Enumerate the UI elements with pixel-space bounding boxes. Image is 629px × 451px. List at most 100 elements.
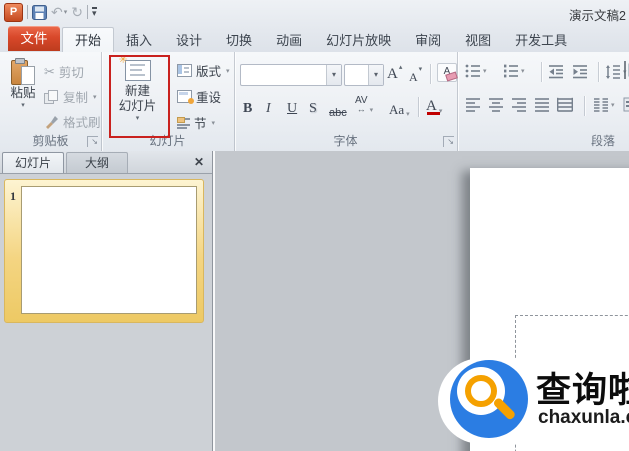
file-tab[interactable]: 文件 bbox=[8, 26, 60, 51]
undo-icon: ↶ bbox=[51, 3, 63, 20]
chevron-down-icon: ▾ bbox=[611, 101, 615, 109]
distribute-icon bbox=[557, 97, 573, 112]
tab-animations[interactable]: 动画 bbox=[264, 28, 314, 53]
cut-button[interactable]: ✂ 剪切 bbox=[42, 61, 86, 82]
bullets-button[interactable]: ▾ bbox=[465, 64, 487, 78]
text-direction-button-partial[interactable] bbox=[623, 60, 629, 80]
bullets-icon bbox=[465, 64, 480, 78]
shrink-font-letter: A bbox=[409, 70, 418, 84]
redo-button[interactable]: ↻ bbox=[71, 4, 83, 21]
shrink-font-button[interactable]: A ▾ bbox=[409, 65, 422, 85]
decrease-indent-icon bbox=[549, 65, 563, 79]
grow-font-button[interactable]: A ▴ bbox=[387, 63, 402, 83]
format-painter-icon bbox=[44, 115, 59, 129]
save-button[interactable] bbox=[32, 4, 47, 20]
new-slide-label-line1: 新建 bbox=[124, 84, 150, 98]
decrease-indent-button[interactable] bbox=[548, 64, 564, 79]
font-color-button[interactable]: A ▾ bbox=[426, 95, 442, 115]
watermark-domain-text: chaxunla.com bbox=[538, 407, 629, 428]
section-dropdown-icon: ▾ bbox=[211, 119, 216, 127]
new-slide-dropdown-icon[interactable]: ▾ bbox=[136, 114, 140, 122]
chevron-down-icon[interactable]: ▾ bbox=[368, 65, 383, 85]
align-left-button[interactable] bbox=[465, 97, 481, 112]
redo-icon: ↻ bbox=[71, 3, 83, 20]
clear-formatting-icon: A bbox=[437, 63, 458, 82]
new-slide-button[interactable]: ✳ 新建 幻灯片 ▾ bbox=[112, 54, 163, 122]
layout-button[interactable]: 版式 ▾ bbox=[175, 60, 232, 81]
window-title: 演示文稿2 bbox=[569, 9, 626, 23]
copy-button[interactable]: 复制 ▾ bbox=[42, 86, 99, 107]
font-size-combo[interactable]: ▾ bbox=[344, 64, 384, 86]
smartart-convert-button-partial[interactable] bbox=[623, 96, 629, 114]
qat-separator bbox=[27, 5, 28, 19]
panel-tab-outline[interactable]: 大纲 bbox=[66, 152, 128, 173]
increase-indent-button[interactable] bbox=[572, 64, 588, 79]
change-case-button[interactable]: Aa ▾ bbox=[389, 98, 410, 118]
format-painter-button[interactable]: 格式刷 bbox=[42, 111, 103, 132]
font-group: ▾ ▾ A ▴ A ▾ A B I U S abc AV ↔ ▾ Aa ▾ A … bbox=[234, 52, 458, 151]
bold-button[interactable]: B bbox=[243, 97, 252, 117]
underline-button[interactable]: U bbox=[287, 97, 297, 117]
separator bbox=[584, 96, 585, 116]
paste-dropdown-icon[interactable]: ▾ bbox=[21, 101, 25, 109]
magnifier-logo-icon bbox=[450, 360, 528, 438]
qat-customize-button[interactable]: ▾ bbox=[91, 7, 97, 18]
justify-button[interactable] bbox=[534, 97, 550, 112]
align-center-icon bbox=[489, 98, 503, 112]
new-slide-icon: ✳ bbox=[119, 54, 151, 81]
undo-button[interactable]: ↶ ▾ bbox=[51, 4, 67, 21]
reset-button[interactable]: 重设 bbox=[175, 86, 223, 107]
numbering-icon bbox=[504, 64, 518, 78]
chevron-down-icon[interactable]: ▾ bbox=[326, 65, 341, 85]
font-group-label: 字体 bbox=[333, 134, 358, 148]
font-name-combo[interactable]: ▾ bbox=[240, 64, 342, 86]
align-center-button[interactable] bbox=[488, 97, 504, 112]
grow-font-letter: A bbox=[387, 66, 398, 82]
powerpoint-app-icon[interactable]: P bbox=[4, 2, 23, 22]
slide-thumbnail[interactable] bbox=[21, 186, 197, 314]
tab-review[interactable]: 审阅 bbox=[403, 28, 453, 53]
italic-button[interactable]: I bbox=[266, 97, 271, 117]
columns-button[interactable]: ▾ bbox=[593, 97, 615, 112]
cut-label: 剪切 bbox=[58, 66, 84, 80]
character-spacing-button[interactable]: AV ↔ ▾ bbox=[355, 94, 373, 115]
format-painter-label: 格式刷 bbox=[63, 116, 101, 130]
distribute-button[interactable] bbox=[557, 97, 573, 112]
tab-transitions[interactable]: 切换 bbox=[214, 28, 264, 53]
reset-label: 重设 bbox=[196, 91, 222, 105]
panel-close-icon[interactable]: ✕ bbox=[194, 155, 204, 169]
tab-view[interactable]: 视图 bbox=[453, 28, 503, 53]
strikethrough-button[interactable]: abc bbox=[329, 99, 347, 119]
clipboard-dialog-launcher[interactable]: ↘ bbox=[87, 136, 98, 147]
tab-developer[interactable]: 开发工具 bbox=[503, 28, 579, 53]
tab-slideshow[interactable]: 幻灯片放映 bbox=[314, 28, 403, 53]
paste-label: 粘贴 bbox=[10, 86, 36, 100]
paragraph-group-label: 段落 bbox=[590, 134, 615, 148]
qat-separator bbox=[86, 5, 88, 19]
align-left-icon bbox=[466, 98, 480, 112]
panel-tab-slides[interactable]: 幻灯片 bbox=[2, 152, 64, 173]
font-dialog-launcher[interactable]: ↘ bbox=[443, 136, 454, 147]
text-shadow-button[interactable]: S bbox=[309, 97, 317, 117]
section-button[interactable]: 节 ▾ bbox=[175, 112, 217, 133]
tab-design[interactable]: 设计 bbox=[164, 28, 214, 53]
strikethrough-icon: abc bbox=[329, 107, 347, 119]
clear-formatting-button[interactable]: A bbox=[437, 62, 458, 82]
smartart-icon bbox=[623, 97, 629, 112]
copy-icon bbox=[44, 89, 59, 104]
numbering-button[interactable]: ▾ bbox=[503, 64, 525, 78]
powerpoint-window: P ↶▾ ↻ ▾ 演示文稿2 文件 开始 插入 设计 切换 动画 幻灯片放映 bbox=[0, 0, 629, 451]
clipboard-group: 粘贴 ▾ ✂ 剪切 复制 ▾ 格式刷 剪贴板 ↘ bbox=[0, 52, 102, 151]
chevron-down-icon: ▾ bbox=[406, 110, 410, 118]
save-icon bbox=[32, 4, 47, 20]
tab-insert[interactable]: 插入 bbox=[114, 28, 164, 53]
text-shadow-icon: S bbox=[309, 101, 317, 116]
ribbon-tab-bar: 开始 插入 设计 切换 动画 幻灯片放映 审阅 视图 开发工具 bbox=[62, 27, 579, 53]
slide-thumbnail-selected[interactable]: 1 bbox=[4, 179, 204, 323]
separator bbox=[418, 97, 419, 117]
bold-icon: B bbox=[243, 101, 253, 116]
paste-button[interactable]: 粘贴 ▾ bbox=[6, 56, 40, 109]
align-right-button[interactable] bbox=[511, 97, 527, 112]
chevron-down-icon: ▾ bbox=[521, 68, 525, 75]
tab-home[interactable]: 开始 bbox=[62, 27, 115, 53]
